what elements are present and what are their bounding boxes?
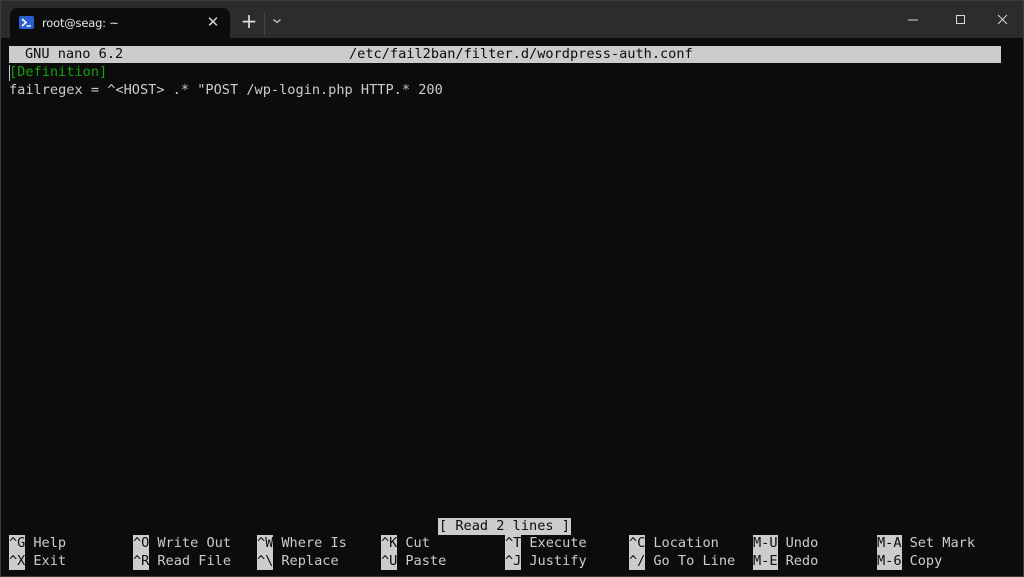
- shortcut-location[interactable]: ^C Location: [629, 535, 719, 553]
- text-cursor: [9, 65, 10, 81]
- maximize-button[interactable]: [936, 1, 982, 38]
- shortcut-write-out[interactable]: ^O Write Out: [133, 535, 231, 553]
- shortcut-paste[interactable]: ^U Paste: [381, 552, 447, 570]
- shortcut-key: ^T: [505, 535, 522, 553]
- shortcut-set-mark[interactable]: M-A Set Mark: [877, 535, 975, 553]
- close-window-button[interactable]: [979, 1, 1024, 38]
- shortcut-label: Paste: [405, 552, 447, 569]
- shortcut-exit[interactable]: ^X Exit: [9, 552, 67, 570]
- shortcut-key: M-U: [753, 535, 778, 553]
- shortcut-redo[interactable]: M-E Redo: [753, 552, 819, 570]
- shortcut-label: Undo: [785, 535, 819, 551]
- shortcut-key: ^O: [133, 535, 150, 553]
- shortcut-undo[interactable]: M-U Undo: [753, 535, 818, 553]
- shortcut-label: Location: [653, 535, 719, 551]
- close-icon: [997, 14, 1008, 25]
- shortcut-help[interactable]: ^G Help: [9, 535, 66, 553]
- shortcut-read-file[interactable]: ^R Read File: [133, 552, 232, 570]
- shortcut-key: ^X: [9, 552, 26, 570]
- minimize-icon: [908, 19, 918, 21]
- editor-area[interactable]: [Definition] failregex = ^<HOST> .* "POS…: [9, 64, 1001, 99]
- nano-title-bar: GNU nano 6.2 /etc/fail2ban/filter.d/word…: [9, 46, 1001, 63]
- shortcut-label: Go To Line: [653, 552, 736, 569]
- powershell-icon: [19, 16, 34, 29]
- nano-version: GNU nano 6.2: [25, 46, 124, 62]
- shortcut-label: Set Mark: [909, 535, 976, 551]
- terminal-tab[interactable]: root@seag: ~ ✕: [10, 8, 230, 38]
- shortcut-where-is[interactable]: ^W Where Is: [257, 535, 347, 553]
- shortcut-justify[interactable]: ^J Justify: [505, 552, 587, 570]
- shortcut-key: M-A: [877, 535, 902, 553]
- shortcut-key: ^U: [381, 552, 398, 570]
- editor-line[interactable]: failregex = ^<HOST> .* "POST /wp-login.p…: [9, 82, 1001, 100]
- shortcut-label: Help: [33, 535, 67, 551]
- shortcut-key: ^W: [257, 535, 274, 553]
- tab-divider: [264, 13, 265, 35]
- shortcut-label: Where Is: [281, 535, 347, 551]
- shortcut-go-to-line[interactable]: ^/ Go To Line: [629, 552, 736, 570]
- shortcut-label: Execute: [529, 535, 587, 551]
- shortcut-key: ^K: [381, 535, 398, 553]
- status-message: [ Read 2 lines ]: [438, 518, 571, 535]
- chevron-down-icon[interactable]: [269, 13, 285, 29]
- shortcut-label: Redo: [785, 552, 819, 569]
- shortcut-key: ^/: [629, 552, 646, 570]
- terminal-window: root@seag: ~ ✕ + GNU nano 6.2 /etc/fail2…: [0, 0, 1024, 577]
- shortcut-copy[interactable]: M-6 Copy: [877, 552, 943, 570]
- shortcut-label: Read File: [157, 552, 232, 569]
- new-tab-button[interactable]: +: [239, 11, 259, 31]
- shortcut-label: Write Out: [157, 535, 232, 551]
- shortcut-bar: ^G Help ^X Exit ^O Write Out ^R Read Fil…: [9, 535, 1009, 571]
- shortcut-label: Justify: [529, 552, 587, 569]
- shortcut-key: ^C: [629, 535, 646, 553]
- tab-title: root@seag: ~: [42, 16, 119, 30]
- shortcut-label: Copy: [909, 552, 943, 569]
- editor-line[interactable]: [Definition]: [9, 64, 1001, 82]
- file-path: /etc/fail2ban/filter.d/wordpress-auth.co…: [349, 46, 693, 62]
- shortcut-key: ^R: [133, 552, 150, 570]
- window-titlebar: root@seag: ~ ✕ +: [1, 1, 1023, 38]
- shortcut-key: ^G: [9, 535, 26, 553]
- shortcut-key: ^\: [257, 552, 274, 570]
- shortcut-cut[interactable]: ^K Cut: [381, 535, 430, 553]
- shortcut-label: Cut: [405, 535, 430, 551]
- maximize-icon: [956, 15, 965, 24]
- minimize-button[interactable]: [890, 1, 936, 38]
- shortcut-key: M-6: [877, 552, 902, 570]
- close-tab-icon[interactable]: ✕: [205, 14, 221, 30]
- shortcut-label: Replace: [281, 552, 339, 569]
- shortcut-label: Exit: [33, 552, 67, 569]
- shortcut-execute[interactable]: ^T Execute: [505, 535, 587, 553]
- shortcut-key: ^J: [505, 552, 522, 570]
- shortcut-replace[interactable]: ^\ Replace: [257, 552, 339, 570]
- shortcut-key: M-E: [753, 552, 778, 570]
